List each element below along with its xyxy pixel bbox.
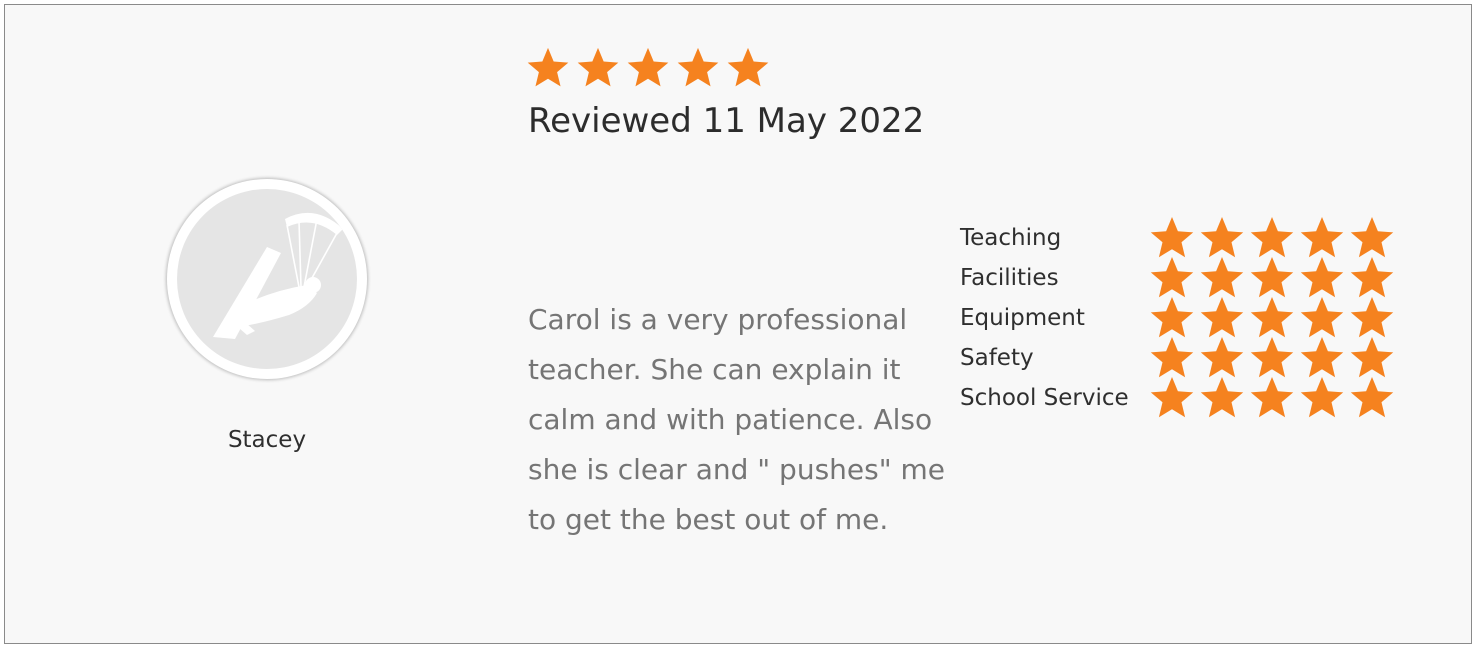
category-label: Teaching bbox=[960, 225, 1062, 251]
category-label: Safety bbox=[960, 345, 1034, 371]
overall-rating bbox=[525, 45, 771, 91]
star-icon bbox=[1298, 374, 1346, 422]
star-icon bbox=[525, 45, 571, 91]
star-icon bbox=[1348, 374, 1396, 422]
category-row: Facilities bbox=[960, 257, 1396, 298]
star-icon bbox=[725, 45, 771, 91]
kitesurfer-icon bbox=[177, 189, 357, 369]
star-icon bbox=[575, 45, 621, 91]
star-icon bbox=[1148, 374, 1196, 422]
star-icon bbox=[1248, 374, 1296, 422]
category-row: School Service bbox=[960, 377, 1396, 418]
avatar bbox=[167, 179, 367, 379]
category-label: Equipment bbox=[960, 305, 1085, 331]
review-card: Stacey Reviewed 11 May 2022 Carol is a v… bbox=[4, 4, 1472, 644]
category-row: Equipment bbox=[960, 297, 1396, 338]
category-row: Teaching bbox=[960, 217, 1396, 258]
category-label: School Service bbox=[960, 385, 1129, 411]
category-label: Facilities bbox=[960, 265, 1059, 291]
category-row: Safety bbox=[960, 337, 1396, 378]
star-icon bbox=[675, 45, 721, 91]
review-text: Carol is a very professional teacher. Sh… bbox=[528, 303, 946, 536]
category-ratings: Teaching Facilities Equipment Safety Sch… bbox=[960, 217, 1396, 418]
star-icon bbox=[1198, 374, 1246, 422]
star-icon bbox=[625, 45, 671, 91]
reviewer-name: Stacey bbox=[227, 427, 307, 453]
review-date: Reviewed 11 May 2022 bbox=[528, 101, 925, 141]
category-stars bbox=[1148, 374, 1396, 422]
